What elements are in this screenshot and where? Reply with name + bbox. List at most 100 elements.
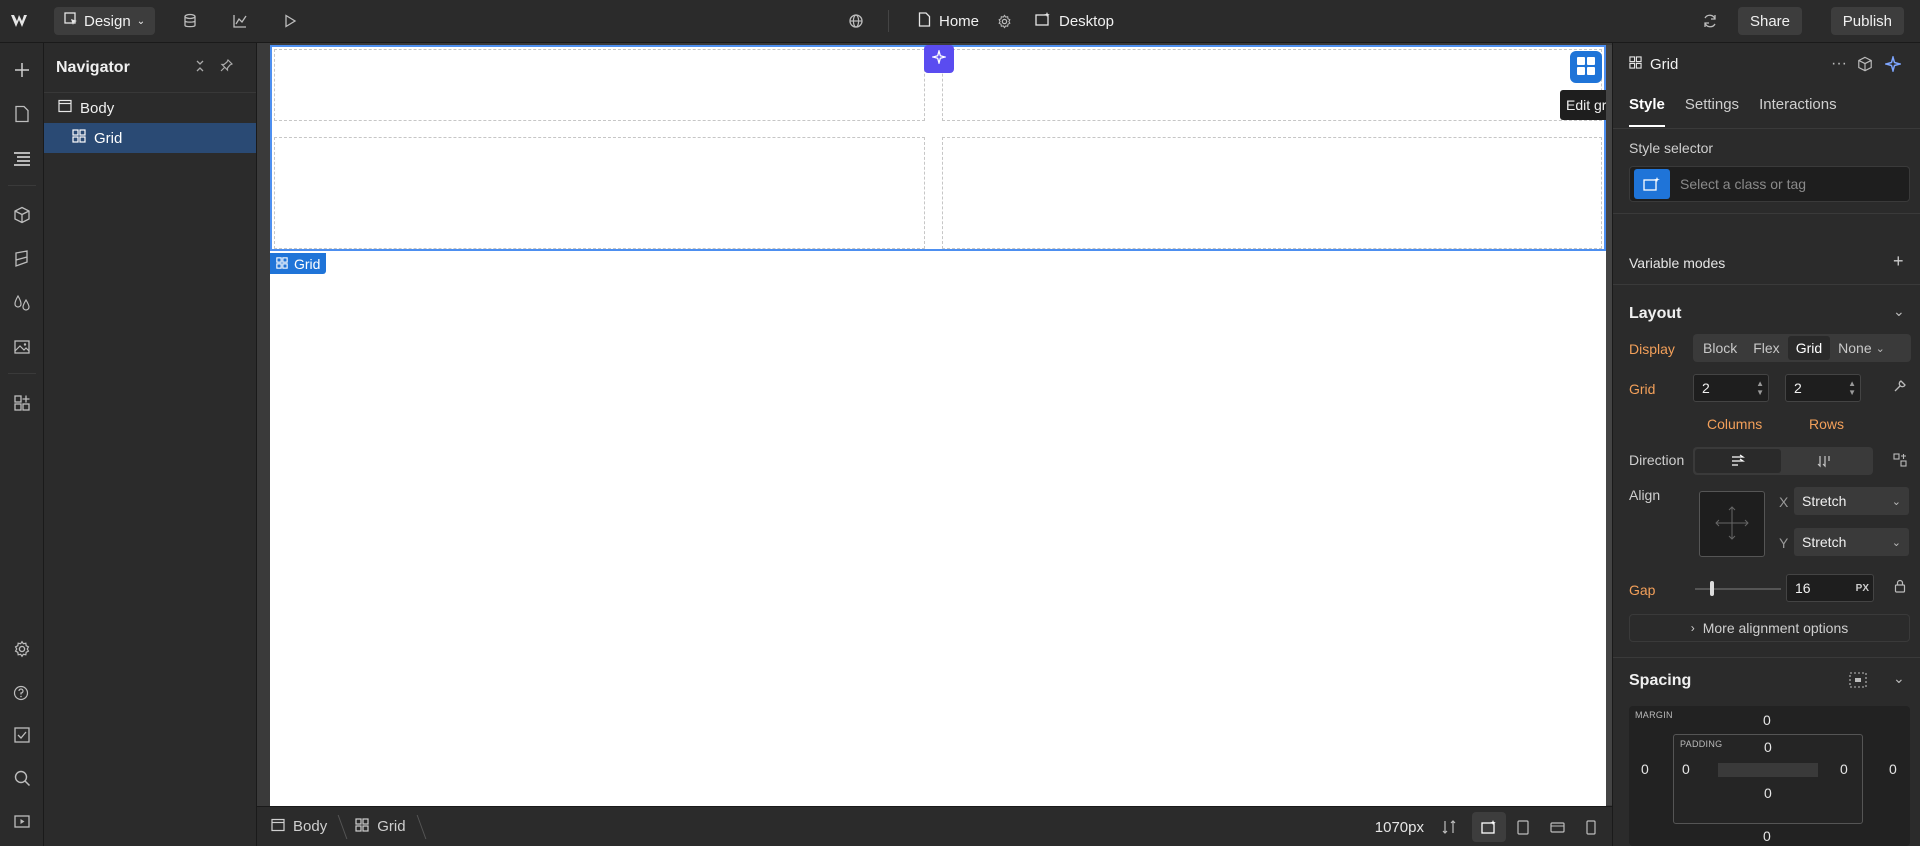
grid-columns-input[interactable]: 2 ▲ ▼ xyxy=(1693,374,1769,402)
gap-slider-track[interactable] xyxy=(1695,588,1781,590)
edit-grid-wrench-icon[interactable] xyxy=(1893,379,1907,396)
publish-button[interactable]: Publish xyxy=(1830,7,1904,35)
search-icon[interactable] xyxy=(10,766,34,790)
chevron-down-icon[interactable]: ⌄ xyxy=(1876,342,1885,355)
display-option-block[interactable]: Block xyxy=(1695,336,1745,360)
direction-horizontal-icon[interactable] xyxy=(1695,449,1781,473)
display-option-none[interactable]: None xyxy=(1830,336,1879,360)
grid-cell[interactable] xyxy=(942,49,1602,121)
more-options-icon[interactable]: ··· xyxy=(1831,55,1847,73)
tablet-breakpoint-icon[interactable] xyxy=(1506,812,1540,842)
breadcrumb-item-body[interactable]: Body xyxy=(257,807,341,846)
share-button[interactable]: Share xyxy=(1737,7,1802,35)
padding-caption: PADDING xyxy=(1680,739,1723,749)
grid-child-settings-icon[interactable] xyxy=(1893,453,1907,470)
navigator-item-grid[interactable]: Grid xyxy=(44,123,256,153)
pin-icon[interactable] xyxy=(220,58,234,75)
add-variable-mode-icon[interactable]: + xyxy=(1893,251,1904,272)
mobile-portrait-icon[interactable] xyxy=(1574,812,1608,842)
panel-element-name: Grid xyxy=(1650,56,1679,73)
analytics-icon[interactable] xyxy=(226,7,254,35)
webflow-logo-icon[interactable] xyxy=(10,12,34,30)
spacing-mode-icon[interactable] xyxy=(1849,672,1867,691)
canvas-area: Edit grid Grid xyxy=(257,43,1624,807)
direction-vertical-icon[interactable] xyxy=(1781,449,1867,473)
style-selector-input[interactable]: Select a class or tag xyxy=(1629,166,1910,202)
design-mode-button[interactable]: Design ⌄ xyxy=(54,7,156,35)
sparkle-icon xyxy=(930,48,948,69)
chevron-down-icon[interactable]: ⌄ xyxy=(1893,303,1905,320)
page-settings-gear-icon[interactable] xyxy=(990,7,1018,35)
align-y-value: Stretch xyxy=(1802,534,1847,550)
ai-assistant-button[interactable] xyxy=(924,45,954,73)
padding-top-value[interactable]: 0 xyxy=(1764,739,1772,755)
padding-bottom-value[interactable]: 0 xyxy=(1764,785,1772,801)
breakpoint-selector[interactable]: Desktop xyxy=(1035,12,1114,30)
navigator-icon[interactable] xyxy=(10,147,34,171)
apps-icon[interactable] xyxy=(10,391,34,415)
cms-database-icon[interactable] xyxy=(176,7,204,35)
align-x-select[interactable]: Stretch ⌄ xyxy=(1794,487,1909,515)
help-icon[interactable] xyxy=(10,680,34,704)
more-alignment-options-button[interactable]: › More alignment options xyxy=(1629,614,1910,642)
navigator-title: Navigator xyxy=(56,58,130,76)
style-selector-placeholder: Select a class or tag xyxy=(1680,176,1807,192)
selected-grid-element[interactable] xyxy=(270,45,1606,251)
spacing-section-title[interactable]: Spacing xyxy=(1629,672,1691,690)
edit-grid-button[interactable] xyxy=(1570,51,1602,83)
collapse-all-icon[interactable] xyxy=(194,59,206,75)
margin-right-value[interactable]: 0 xyxy=(1889,761,1897,777)
style-manager-icon[interactable] xyxy=(10,247,34,271)
grid-layout-icon xyxy=(72,129,86,147)
tab-settings[interactable]: Settings xyxy=(1685,96,1739,113)
margin-left-value[interactable]: 0 xyxy=(1641,761,1649,777)
lock-icon[interactable] xyxy=(1894,579,1906,596)
page-name: Home xyxy=(939,13,980,30)
grid-cell[interactable] xyxy=(274,49,925,121)
preview-play-icon[interactable] xyxy=(276,7,304,35)
gap-slider-handle[interactable] xyxy=(1710,581,1714,596)
breadcrumb-item-grid[interactable]: Grid xyxy=(341,807,419,846)
assets-image-icon[interactable] xyxy=(10,335,34,359)
grid-cell[interactable] xyxy=(942,137,1602,249)
design-canvas[interactable]: Edit grid Grid xyxy=(270,45,1624,807)
display-option-grid[interactable]: Grid xyxy=(1787,336,1831,360)
display-option-flex[interactable]: Flex xyxy=(1745,336,1787,360)
align-y-select[interactable]: Stretch ⌄ xyxy=(1794,528,1909,556)
grid-rows-input[interactable]: 2 ▲ ▼ xyxy=(1785,374,1861,402)
gap-input[interactable]: 16 PX xyxy=(1786,574,1874,602)
padding-right-value[interactable]: 0 xyxy=(1840,761,1848,777)
grid-layout-icon xyxy=(276,256,288,272)
add-elements-icon[interactable] xyxy=(10,58,34,82)
tab-style[interactable]: Style xyxy=(1629,96,1665,113)
selected-element-tag[interactable]: Grid xyxy=(270,253,327,274)
padding-left-value[interactable]: 0 xyxy=(1682,761,1690,777)
layout-section-title[interactable]: Layout xyxy=(1629,305,1681,323)
components-icon[interactable] xyxy=(10,203,34,227)
body-box-icon xyxy=(58,99,72,117)
page-selector[interactable]: Home xyxy=(918,12,979,31)
mobile-landscape-icon[interactable] xyxy=(1540,812,1574,842)
audit-checklist-icon[interactable] xyxy=(10,723,34,747)
resize-arrows-icon[interactable] xyxy=(1432,812,1466,842)
rows-stepper-icon[interactable]: ▲ ▼ xyxy=(1848,379,1856,397)
globe-icon[interactable] xyxy=(842,7,870,35)
navigator-item-body[interactable]: Body xyxy=(44,93,256,123)
grid-cell[interactable] xyxy=(274,137,925,249)
ai-sparkle-icon[interactable] xyxy=(1883,54,1903,75)
columns-stepper-icon[interactable]: ▲ ▼ xyxy=(1756,379,1764,397)
variables-icon[interactable] xyxy=(10,291,34,315)
margin-top-value[interactable]: 0 xyxy=(1763,712,1771,728)
margin-bottom-value[interactable]: 0 xyxy=(1763,828,1771,844)
gap-unit[interactable]: PX xyxy=(1856,583,1869,594)
video-tutorials-icon[interactable] xyxy=(10,809,34,833)
sync-refresh-icon[interactable] xyxy=(1696,7,1724,35)
desktop-breakpoint-button[interactable] xyxy=(1472,812,1506,842)
tab-interactions[interactable]: Interactions xyxy=(1759,96,1837,113)
component-icon[interactable] xyxy=(1857,56,1873,75)
align-matrix-control[interactable] xyxy=(1699,491,1765,557)
chevron-down-icon[interactable]: ⌄ xyxy=(1893,670,1905,687)
pages-icon[interactable] xyxy=(10,102,34,126)
settings-gear-icon[interactable] xyxy=(10,637,34,661)
grid-columns-value: 2 xyxy=(1702,380,1710,396)
